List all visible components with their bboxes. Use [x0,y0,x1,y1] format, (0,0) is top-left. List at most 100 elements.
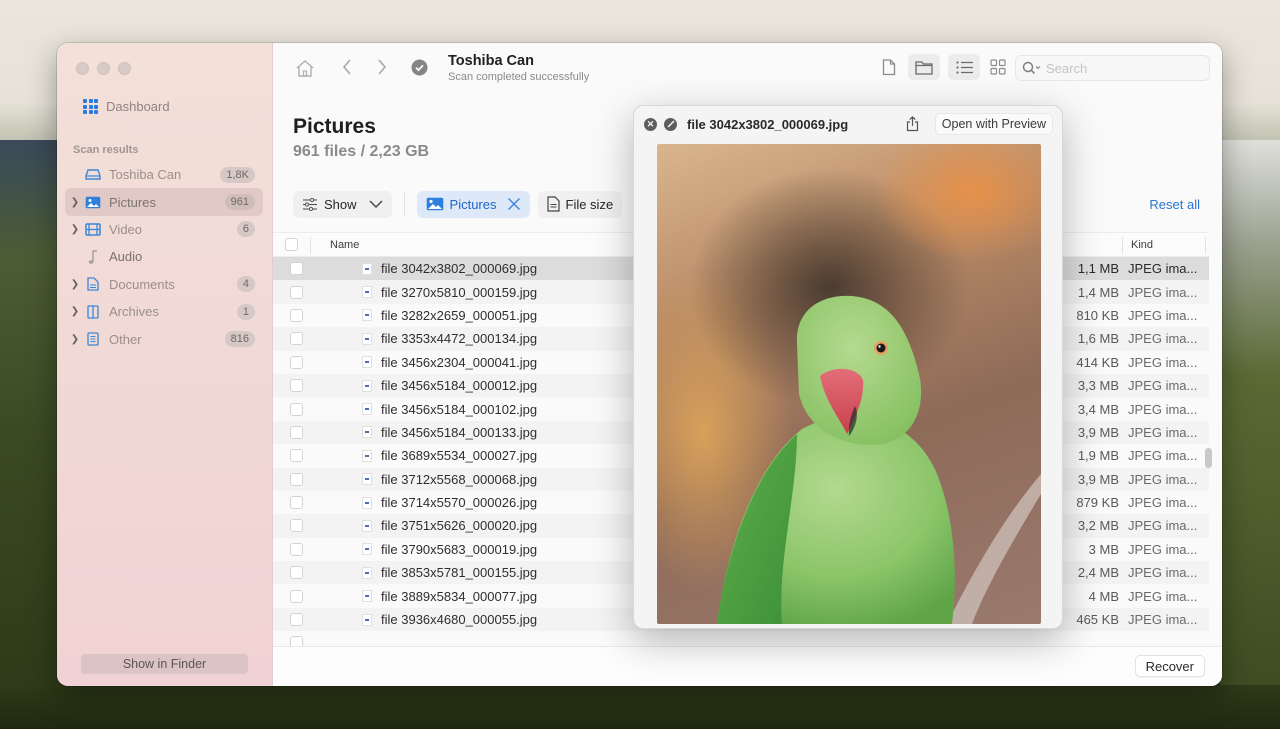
row-checkbox[interactable] [290,379,303,393]
sidebar-item-audio[interactable]: Audio [65,243,263,270]
jpeg-file-icon [362,543,372,556]
file-view-button[interactable] [873,54,905,80]
film-icon [85,222,101,236]
close-window-button[interactable] [76,62,89,75]
row-checkbox[interactable] [290,262,303,276]
row-checkbox[interactable] [290,332,303,346]
item-count-badge: 961 [224,194,255,211]
file-kind: JPEG ima... [1128,401,1198,417]
grid-icon [990,59,1006,75]
jpeg-file-icon [362,403,372,416]
document-icon [546,196,560,212]
row-checkbox[interactable] [290,308,303,322]
file-count-summary: 961 files / 2,23 GB [293,143,430,160]
row-checkbox[interactable] [290,519,303,533]
row-checkbox[interactable] [290,496,303,510]
scrollbar-thumb[interactable] [1205,448,1212,468]
recover-button[interactable]: Recover [1134,655,1205,677]
row-checkbox[interactable] [290,285,303,299]
chevron-right-icon[interactable]: ❯ [69,224,81,235]
share-icon[interactable] [906,116,919,137]
desktop-wallpaper-left [0,140,60,729]
jpeg-file-icon [362,473,372,486]
table-scrollbar[interactable] [1205,232,1212,646]
file-kind: JPEG ima... [1128,448,1198,464]
window-controls [76,62,131,75]
window-title: Toshiba Can [448,53,534,69]
grid-view-button[interactable] [982,54,1014,80]
sidebar: Dashboard Scan results Toshiba Can 1,8K … [57,43,273,686]
item-count-badge: 1,8K [220,166,255,183]
file-size-filter-label: File size [565,196,614,212]
search-field[interactable] [1015,55,1210,81]
row-checkbox[interactable] [290,566,303,580]
home-icon[interactable] [295,59,315,77]
jpeg-file-icon [362,379,372,392]
sidebar-item-toshiba-can[interactable]: Toshiba Can 1,8K [65,161,263,188]
jpeg-file-icon [362,262,372,275]
pictures-filter-chip[interactable]: Pictures [416,190,530,218]
sliders-icon [303,197,317,211]
list-view-button[interactable] [948,54,980,80]
sidebar-item-pictures[interactable]: ❯ Pictures 961 [65,188,263,216]
scan-status-text: Scan completed successfully [448,71,590,83]
chevron-right-icon[interactable]: ❯ [69,197,81,208]
row-checkbox[interactable] [290,472,303,486]
zoom-window-button[interactable] [118,62,131,75]
document-icon [85,277,101,291]
back-chevron-icon[interactable] [342,59,352,75]
row-checkbox[interactable] [290,636,303,646]
jpeg-file-icon [362,286,372,299]
chevron-right-icon[interactable]: ❯ [69,306,81,317]
row-checkbox[interactable] [290,355,303,369]
filter-bar: Show Pictures File size [293,190,623,218]
row-checkbox[interactable] [290,425,303,439]
forward-chevron-icon[interactable] [377,59,387,75]
search-icon [1022,61,1041,75]
row-checkbox[interactable] [290,402,303,416]
jpeg-file-icon [362,590,372,603]
close-preview-icon[interactable]: ✕ [644,117,657,131]
file-size-filter-button[interactable]: File size [537,190,623,218]
select-all-checkbox[interactable] [285,238,298,251]
open-with-preview-button[interactable]: Open with Preview [934,113,1053,135]
row-checkbox[interactable] [290,589,303,603]
file-kind: JPEG ima... [1128,541,1198,557]
fullscreen-preview-icon[interactable] [664,117,677,131]
jpeg-file-icon [362,426,372,439]
jpeg-file-icon [362,496,372,509]
chevron-down-icon [369,200,383,208]
scan-results-heading: Scan results [73,144,139,156]
archive-icon [85,304,101,319]
sidebar-item-video[interactable]: ❯ Video 6 [65,216,263,243]
remove-filter-x-icon[interactable] [507,197,521,211]
file-kind: JPEG ima... [1128,588,1198,604]
chevron-right-icon[interactable]: ❯ [69,279,81,290]
reset-all-link[interactable]: Reset all [1149,197,1200,212]
folder-icon [915,60,933,75]
folder-view-button[interactable] [908,54,940,80]
filter-divider [403,192,405,216]
show-filter-dropdown[interactable]: Show [293,190,392,218]
row-checkbox[interactable] [290,613,303,627]
sidebar-item-archives[interactable]: ❯ Archives 1 [65,298,263,325]
row-checkbox[interactable] [290,542,303,556]
column-header-name[interactable]: Name [330,239,359,251]
chevron-right-icon[interactable]: ❯ [69,334,81,345]
file-kind: JPEG ima... [1128,518,1198,534]
preview-filename: file 3042x3802_000069.jpg [687,116,849,132]
row-checkbox[interactable] [290,449,303,463]
window-title-block: Toshiba Can Scan completed successfully [448,53,589,83]
sidebar-item-dashboard[interactable]: Dashboard [83,99,170,114]
jpeg-file-icon [362,309,372,322]
quick-look-preview: ✕ file 3042x3802_000069.jpg Open with Pr… [633,105,1063,629]
minimize-window-button[interactable] [97,62,110,75]
table-row-partial[interactable] [273,631,1209,646]
jpeg-file-icon [362,332,372,345]
search-input[interactable] [1046,60,1196,76]
column-header-kind[interactable]: Kind [1131,239,1153,251]
show-in-finder-button[interactable]: Show in Finder [81,654,248,674]
scan-results-list: Toshiba Can 1,8K ❯ Pictures 961 ❯ Video … [65,161,263,353]
sidebar-item-other[interactable]: ❯ Other 816 [65,325,263,352]
sidebar-item-documents[interactable]: ❯ Documents 4 [65,271,263,298]
